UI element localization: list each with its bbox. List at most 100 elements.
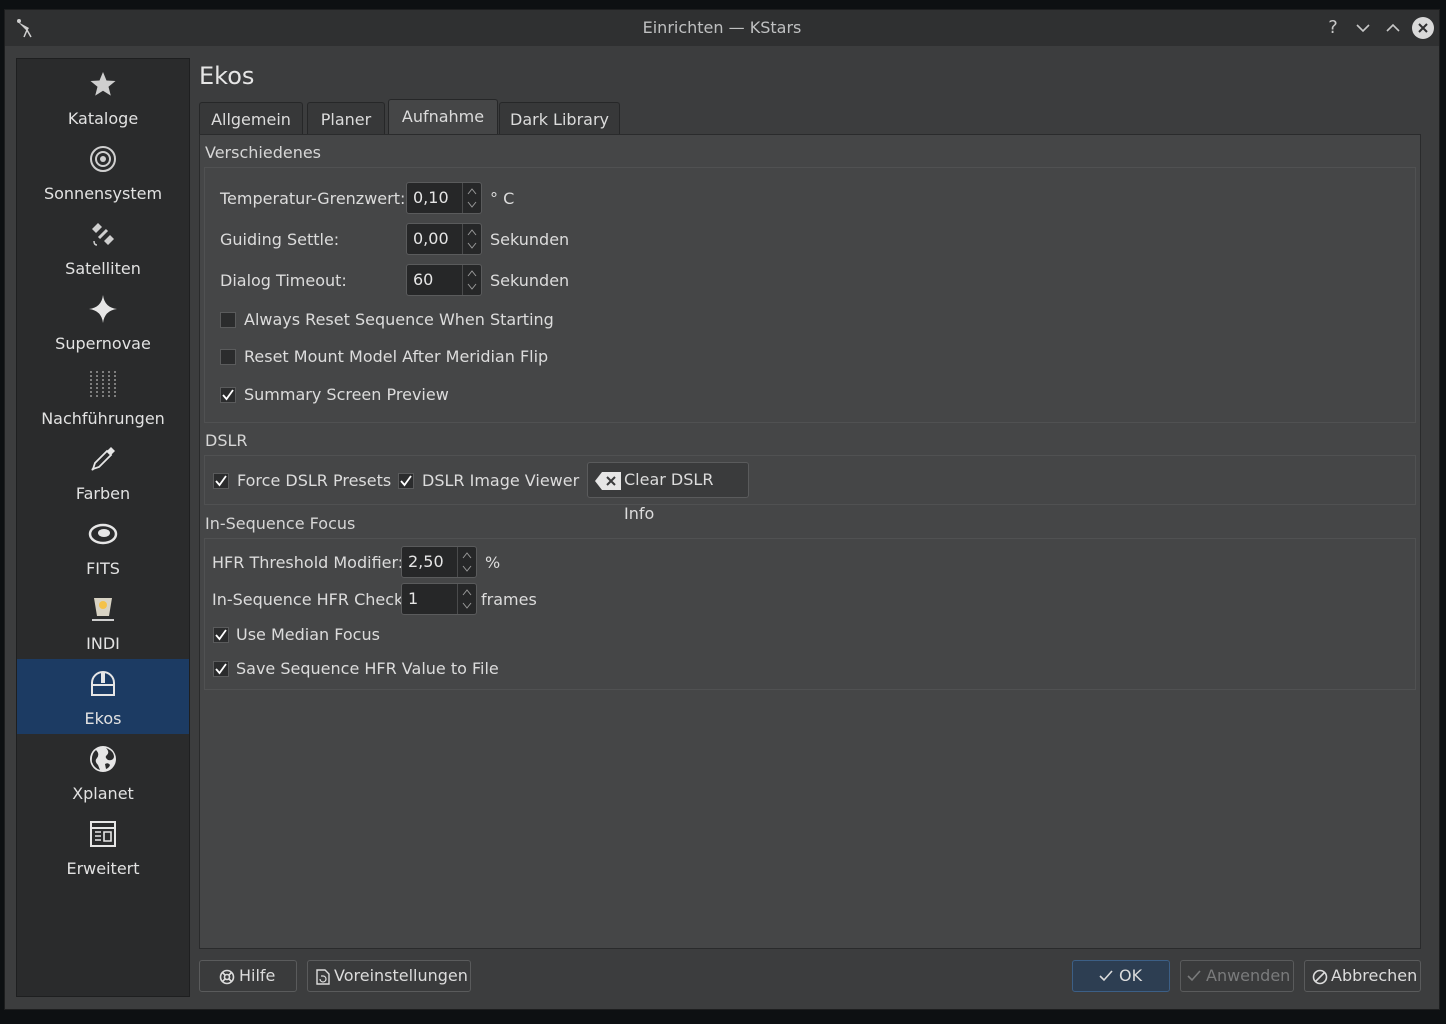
- sidebar-item-label: Kataloge: [67, 109, 139, 128]
- guiding-settle-label: Guiding Settle:: [220, 230, 340, 249]
- always-reset-checkbox[interactable]: [220, 312, 236, 328]
- sidebar-item-label: Erweitert: [66, 859, 140, 878]
- guiding-settle-unit: Sekunden: [490, 230, 570, 249]
- sidebar-item-label: Farben: [75, 484, 131, 503]
- dialog-timeout-label: Dialog Timeout:: [220, 271, 347, 290]
- cancel-icon: [1312, 969, 1328, 985]
- save-hfr-checkbox[interactable]: [213, 661, 229, 677]
- globe-icon: [90, 746, 116, 772]
- chevron-down-icon: [1356, 24, 1370, 33]
- reset-mount-checkbox[interactable]: [220, 349, 236, 365]
- group-title-dslr: DSLR: [205, 431, 248, 450]
- force-presets-checkbox[interactable]: [213, 473, 229, 489]
- settings-window: Einrichten — KStars ? Kataloge Sonnensys…: [4, 9, 1440, 1010]
- fits-icon: [88, 523, 118, 545]
- help-button-label: Hilfe: [239, 966, 276, 985]
- clear-dslr-info-label: Clear DSLR Info: [624, 470, 714, 523]
- star-icon: [90, 72, 116, 96]
- satellite-icon: [92, 223, 114, 246]
- dialog-timeout-spinbox[interactable]: 60: [406, 264, 482, 296]
- sidebar-item-ekos[interactable]: Ekos: [17, 659, 189, 734]
- tab-dark-library[interactable]: Dark Library: [499, 102, 620, 134]
- hfr-threshold-spinbox[interactable]: 2,50: [401, 546, 477, 578]
- sidebar-item-nachfuehrungen[interactable]: Nachführungen: [17, 359, 189, 434]
- sidebar-item-kataloge[interactable]: Kataloge: [17, 59, 189, 134]
- group-title-verschiedenes: Verschiedenes: [205, 143, 322, 162]
- hfr-threshold-unit: %: [485, 553, 501, 572]
- hfr-check-unit: frames: [481, 590, 537, 609]
- minimize-button[interactable]: [1351, 16, 1375, 40]
- guiding-settle-spinbox[interactable]: 0,00: [406, 223, 482, 255]
- sidebar-item-supernovae[interactable]: Supernovae: [17, 284, 189, 359]
- summary-preview-label[interactable]: Summary Screen Preview: [244, 385, 449, 404]
- checkmark-icon: [1187, 970, 1201, 982]
- indi-icon: [92, 598, 114, 621]
- spin-arrows[interactable]: [457, 547, 476, 577]
- clear-icon: [595, 472, 621, 490]
- observatory-icon: [91, 671, 115, 696]
- sidebar-item-label: Sonnensystem: [43, 184, 163, 203]
- summary-preview-checkbox[interactable]: [220, 387, 236, 403]
- sidebar-item-sonnensystem[interactable]: Sonnensystem: [17, 134, 189, 209]
- temperature-threshold-spinbox[interactable]: 0,10: [406, 182, 482, 214]
- apply-button-label: Anwenden: [1206, 966, 1291, 985]
- tab-aufnahme[interactable]: Aufnahme: [388, 99, 498, 135]
- solar-system-icon: [90, 146, 116, 172]
- image-viewer-label[interactable]: DSLR Image Viewer: [422, 471, 579, 490]
- image-viewer-checkbox[interactable]: [398, 473, 414, 489]
- spin-arrows[interactable]: [457, 584, 476, 614]
- sidebar-item-farben[interactable]: Farben: [17, 434, 189, 509]
- apply-button[interactable]: Anwenden: [1180, 960, 1294, 992]
- sidebar-item-fits[interactable]: FITS: [17, 509, 189, 584]
- color-picker-icon: [91, 447, 115, 471]
- sidebar-item-label: Nachführungen: [41, 409, 165, 428]
- always-reset-label[interactable]: Always Reset Sequence When Starting: [244, 310, 554, 329]
- temperature-threshold-label: Temperatur-Grenzwert:: [220, 189, 406, 208]
- maximize-button[interactable]: [1381, 16, 1405, 40]
- defaults-button[interactable]: Voreinstellungen: [307, 960, 471, 992]
- dialog-timeout-value: 60: [413, 270, 434, 289]
- sidebar-item-label: Supernovae: [55, 334, 151, 353]
- guiding-settle-value: 0,00: [413, 229, 449, 248]
- tab-panel-aufnahme: Verschiedenes Temperatur-Grenzwert: 0,10…: [199, 134, 1421, 949]
- checkmark-icon: [215, 475, 227, 487]
- tab-allgemein[interactable]: Allgemein: [199, 102, 303, 134]
- save-hfr-label[interactable]: Save Sequence HFR Value to File: [236, 659, 499, 678]
- help-window-button[interactable]: ?: [1321, 16, 1345, 40]
- hfr-check-value: 1: [408, 589, 419, 608]
- sidebar-item-label: Satelliten: [65, 259, 141, 278]
- spin-arrows[interactable]: [462, 183, 481, 213]
- chevron-up-icon: [1386, 23, 1400, 32]
- sidebar-item-satelliten[interactable]: Satelliten: [17, 209, 189, 284]
- hfr-check-spinbox[interactable]: 1: [401, 583, 477, 615]
- clear-dslr-info-button[interactable]: Clear DSLR Info: [587, 462, 749, 523]
- cancel-button[interactable]: Abbrechen: [1304, 960, 1421, 992]
- document-revert-icon: [316, 969, 330, 985]
- trails-icon: [90, 371, 116, 397]
- spin-arrows[interactable]: [462, 265, 481, 295]
- reset-mount-label[interactable]: Reset Mount Model After Meridian Flip: [244, 347, 548, 366]
- help-button[interactable]: Hilfe: [199, 960, 297, 992]
- close-button[interactable]: [1412, 17, 1434, 39]
- supernova-icon: [89, 295, 117, 323]
- ok-button[interactable]: OK: [1072, 960, 1170, 992]
- hfr-threshold-value: 2,50: [408, 552, 444, 571]
- dialog-timeout-unit: Sekunden: [490, 271, 570, 290]
- sidebar-item-indi[interactable]: INDI: [17, 584, 189, 659]
- checkmark-icon: [215, 663, 227, 675]
- tab-planer[interactable]: Planer: [307, 102, 385, 134]
- page-title: Ekos: [199, 62, 255, 90]
- median-focus-checkbox[interactable]: [213, 627, 229, 643]
- force-presets-label[interactable]: Force DSLR Presets: [237, 471, 391, 490]
- spin-arrows[interactable]: [462, 224, 481, 254]
- sidebar-item-label: FITS: [86, 559, 120, 578]
- sidebar-item-label: Ekos: [84, 709, 122, 728]
- sidebar-item-xplanet[interactable]: Xplanet: [17, 734, 189, 809]
- category-sidebar: Kataloge Sonnensystem Satelliten Superno…: [16, 58, 190, 997]
- ok-button-label: OK: [1119, 966, 1143, 985]
- sidebar-item-label: Xplanet: [72, 784, 134, 803]
- temperature-unit: ° C: [490, 189, 515, 208]
- sidebar-item-erweitert[interactable]: Erweitert: [17, 809, 189, 884]
- sidebar-item-label: INDI: [86, 634, 120, 653]
- median-focus-label[interactable]: Use Median Focus: [236, 625, 380, 644]
